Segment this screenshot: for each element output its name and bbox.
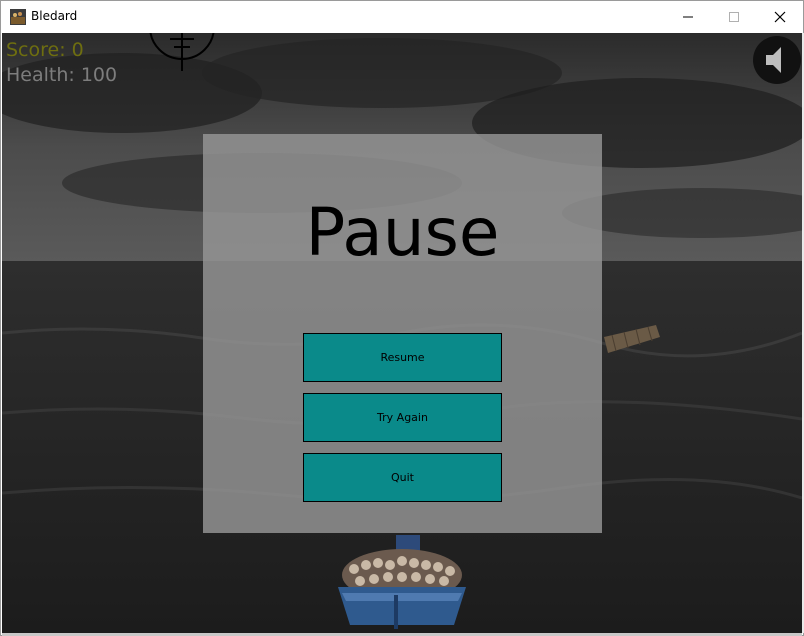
title-bar[interactable]: Bledard (1, 1, 803, 33)
raft-sprite (604, 325, 660, 353)
close-button[interactable] (757, 1, 803, 33)
maximize-icon (729, 12, 739, 22)
try-again-button[interactable]: Try Again (303, 393, 502, 442)
boat-sprite (338, 535, 466, 629)
maximize-button[interactable] (711, 1, 757, 33)
game-window: Bledard Score: 0 Health: 100 Pause Resum… (0, 0, 804, 636)
quit-button[interactable]: Quit (303, 453, 502, 502)
score-label: Score: 0 (6, 39, 84, 61)
speaker-icon[interactable] (752, 35, 802, 85)
pause-title: Pause (305, 194, 500, 271)
minimize-icon (683, 16, 693, 18)
app-icon (10, 9, 26, 25)
window-title: Bledard (31, 9, 78, 23)
minimize-button[interactable] (665, 1, 711, 33)
health-label: Health: 100 (6, 64, 118, 86)
pause-menu: Pause Resume Try Again Quit (203, 134, 602, 533)
close-icon (774, 11, 786, 23)
resume-button[interactable]: Resume (303, 333, 502, 382)
crosshair-icon (149, 33, 215, 71)
game-canvas[interactable]: Score: 0 Health: 100 Pause Resume Try Ag… (2, 33, 802, 633)
